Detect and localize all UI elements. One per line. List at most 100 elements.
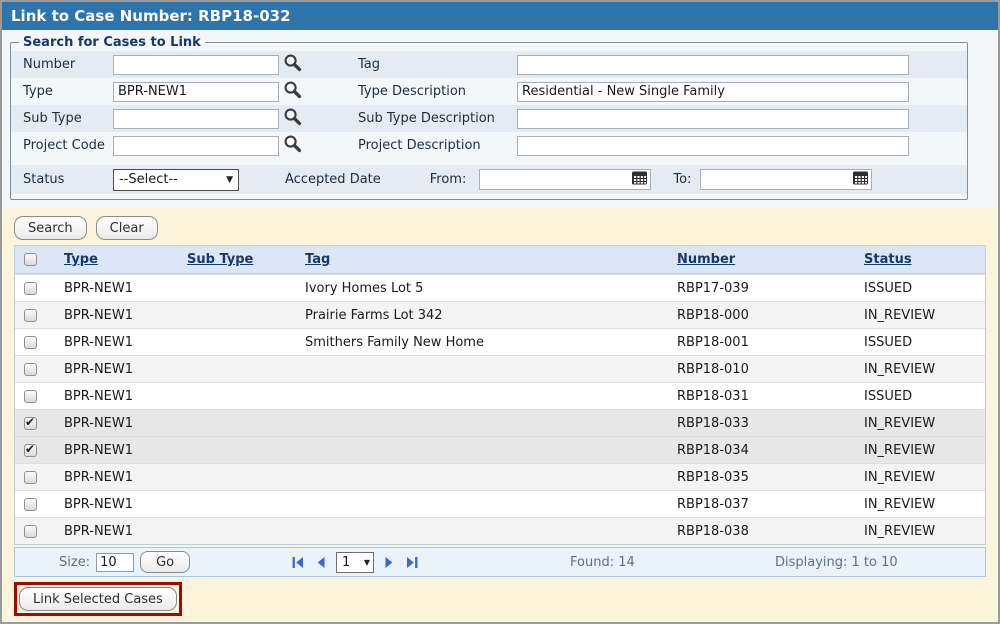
accepted-date-from-field [479, 169, 651, 190]
page-select-control[interactable]: 1 [337, 553, 373, 572]
form-row-subtype: Sub Type Sub Type Description [11, 105, 967, 132]
magnifier-icon [283, 134, 302, 157]
cell-type: BPR-NEW1 [56, 389, 179, 404]
calendar-icon[interactable] [852, 170, 869, 190]
table-header-row: Type Sub Type Tag Number Status [15, 246, 985, 274]
cell-number: RBP17-039 [669, 281, 856, 296]
results-area: Search Clear Type Sub Type Tag Number St… [2, 216, 998, 616]
row-checkbox[interactable] [24, 363, 37, 376]
table-row[interactable]: BPR-NEW1 RBP18-031 ISSUED [15, 382, 985, 409]
form-row-type: Type Type Description [11, 78, 967, 105]
column-header-status[interactable]: Status [856, 252, 985, 267]
row-checkbox[interactable] [24, 336, 37, 349]
cell-type: BPR-NEW1 [56, 524, 179, 539]
cell-number: RBP18-038 [669, 524, 856, 539]
accepted-date-from-input[interactable] [480, 170, 631, 189]
table-row[interactable]: BPR-NEW1 RBP18-033 IN_REVIEW [15, 409, 985, 436]
table-row[interactable]: BPR-NEW1 RBP18-037 IN_REVIEW [15, 490, 985, 517]
first-page-icon[interactable] [290, 555, 305, 570]
cell-number: RBP18-033 [669, 416, 856, 431]
cell-tag: Smithers Family New Home [297, 335, 669, 350]
magnifier-icon [283, 53, 302, 76]
page-size-input[interactable] [96, 553, 134, 572]
type-description-input[interactable] [517, 82, 909, 102]
last-page-icon[interactable] [405, 555, 420, 570]
pagination-bar: Size: Go 1 ▼ [14, 547, 986, 577]
subtype-input[interactable] [113, 109, 279, 129]
project-description-label: Project Description [358, 138, 517, 153]
table-row[interactable]: BPR-NEW1 RBP18-038 IN_REVIEW [15, 517, 985, 544]
row-checkbox[interactable] [24, 282, 37, 295]
search-panel: Search for Cases to Link Number Tag Type [2, 30, 998, 208]
search-button[interactable]: Search [14, 216, 87, 240]
project-code-lookup-button[interactable] [279, 134, 309, 157]
link-cases-window: Link to Case Number: RBP18-032 Search fo… [0, 0, 1000, 624]
cell-type: BPR-NEW1 [56, 470, 179, 485]
magnifier-icon [283, 80, 302, 103]
table-row[interactable]: BPR-NEW1 Ivory Homes Lot 5 RBP17-039 ISS… [15, 274, 985, 301]
cell-status: IN_REVIEW [856, 416, 985, 431]
type-label: Type [23, 84, 113, 99]
form-row-project-code: Project Code Project Description [11, 132, 967, 159]
page-select[interactable]: 1 ▼ [336, 552, 374, 573]
table-row[interactable]: BPR-NEW1 RBP18-034 IN_REVIEW [15, 436, 985, 463]
type-input[interactable] [113, 82, 279, 102]
search-fieldset: Search for Cases to Link Number Tag Type [10, 35, 968, 200]
cell-number: RBP18-035 [669, 470, 856, 485]
cell-status: IN_REVIEW [856, 470, 985, 485]
column-header-type[interactable]: Type [56, 252, 179, 267]
row-checkbox[interactable] [24, 498, 37, 511]
project-code-label: Project Code [23, 138, 113, 153]
number-lookup-button[interactable] [279, 53, 309, 76]
row-checkbox[interactable] [24, 390, 37, 403]
row-checkbox[interactable] [24, 417, 37, 430]
status-select-control[interactable]: --Select-- [114, 170, 238, 190]
clear-button[interactable]: Clear [96, 216, 158, 240]
column-header-tag[interactable]: Tag [297, 252, 669, 267]
cell-type: BPR-NEW1 [56, 335, 179, 350]
results-table: Type Sub Type Tag Number Status BPR-NEW1… [14, 245, 986, 545]
table-row[interactable]: BPR-NEW1 Smithers Family New Home RBP18-… [15, 328, 985, 355]
displaying-range: Displaying: 1 to 10 [775, 555, 898, 570]
link-selected-cases-button[interactable]: Link Selected Cases [19, 587, 177, 611]
type-lookup-button[interactable] [279, 80, 309, 103]
cell-number: RBP18-037 [669, 497, 856, 512]
cell-number: RBP18-001 [669, 335, 856, 350]
table-row[interactable]: BPR-NEW1 Prairie Farms Lot 342 RBP18-000… [15, 301, 985, 328]
accepted-date-to-field [700, 169, 872, 190]
magnifier-icon [283, 107, 302, 130]
column-header-subtype[interactable]: Sub Type [179, 252, 297, 267]
found-count: Found: 14 [570, 555, 635, 570]
status-select[interactable]: --Select-- ▼ [113, 169, 239, 191]
select-all-checkbox[interactable] [24, 253, 37, 266]
column-header-number[interactable]: Number [669, 252, 856, 267]
table-row[interactable]: BPR-NEW1 RBP18-035 IN_REVIEW [15, 463, 985, 490]
row-checkbox[interactable] [24, 471, 37, 484]
subtype-label: Sub Type [23, 111, 113, 126]
next-page-icon[interactable] [382, 555, 397, 570]
number-input[interactable] [113, 55, 279, 75]
go-button[interactable]: Go [140, 551, 190, 573]
tag-input[interactable] [517, 55, 909, 75]
cell-number: RBP18-031 [669, 389, 856, 404]
subtype-lookup-button[interactable] [279, 107, 309, 130]
table-row[interactable]: BPR-NEW1 RBP18-010 IN_REVIEW [15, 355, 985, 382]
subtype-description-input[interactable] [517, 109, 909, 129]
form-row-number: Number Tag [11, 51, 967, 78]
page-size-label: Size: [59, 555, 90, 570]
calendar-icon[interactable] [631, 170, 648, 190]
previous-page-icon[interactable] [313, 555, 328, 570]
project-code-input[interactable] [113, 136, 279, 156]
project-description-input[interactable] [517, 136, 909, 156]
row-checkbox[interactable] [24, 309, 37, 322]
cell-type: BPR-NEW1 [56, 281, 179, 296]
row-checkbox[interactable] [24, 444, 37, 457]
accepted-date-label: Accepted Date [285, 172, 381, 187]
subtype-description-label: Sub Type Description [358, 111, 517, 126]
accepted-date-to-input[interactable] [701, 170, 852, 189]
row-checkbox[interactable] [24, 525, 37, 538]
cell-status: IN_REVIEW [856, 362, 985, 377]
cell-tag: Ivory Homes Lot 5 [297, 281, 669, 296]
accepted-date-to-label: To: [673, 172, 691, 187]
cell-status: IN_REVIEW [856, 524, 985, 539]
